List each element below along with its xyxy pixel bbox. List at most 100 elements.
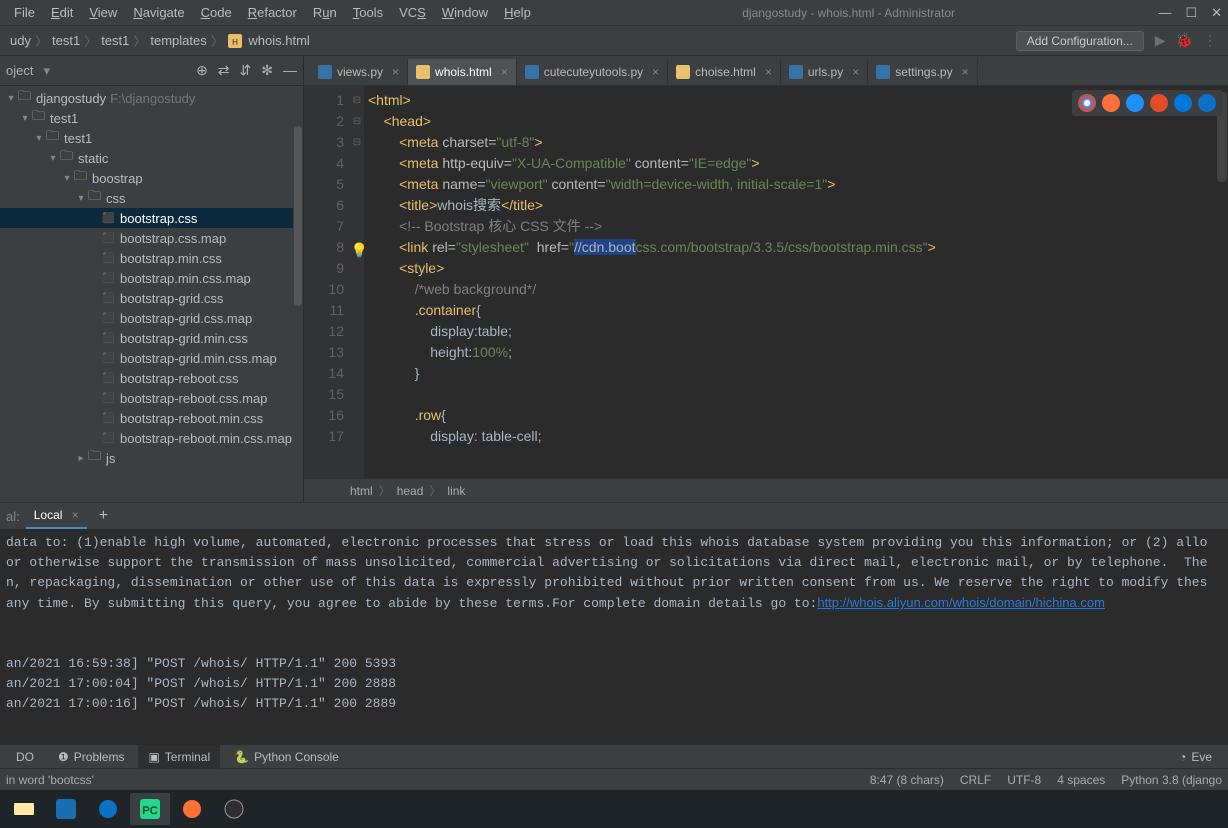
tree-item-bootstrap-reboot-css-map[interactable]: ⬛bootstrap-reboot.css.map bbox=[0, 388, 303, 408]
project-label[interactable]: oject bbox=[6, 63, 33, 78]
tree-item-test1[interactable]: ▾🗀test1 bbox=[0, 128, 303, 148]
menu-navigate[interactable]: Navigate bbox=[125, 0, 192, 26]
taskbar-explorer-icon[interactable] bbox=[4, 793, 44, 825]
tree-item-bootstrap-reboot-min-css-map[interactable]: ⬛bootstrap-reboot.min.css.map bbox=[0, 428, 303, 448]
expand-icon[interactable]: ⇄ bbox=[218, 62, 230, 79]
close-icon[interactable]: ✕ bbox=[1211, 5, 1222, 21]
edge-icon[interactable] bbox=[1198, 94, 1216, 112]
taskbar-pycharm-icon[interactable]: PC bbox=[130, 793, 170, 825]
crumb-root[interactable]: udy bbox=[6, 33, 35, 48]
crumb-1[interactable]: test1 bbox=[48, 33, 84, 48]
crumb-3[interactable]: templates bbox=[146, 33, 210, 48]
fold-column[interactable]: ⊟⊟⊟ bbox=[350, 86, 364, 478]
bc-html[interactable]: html bbox=[350, 484, 373, 498]
terminal-output[interactable]: data to: (1)enable high volume, automate… bbox=[0, 529, 1228, 744]
ie-icon[interactable] bbox=[1174, 94, 1192, 112]
taskbar-edge-icon[interactable] bbox=[88, 793, 128, 825]
bc-head[interactable]: head bbox=[397, 484, 424, 498]
add-configuration-button[interactable]: Add Configuration... bbox=[1016, 31, 1144, 51]
run-icon[interactable]: ▶ bbox=[1155, 32, 1166, 49]
terminal-add-tab[interactable]: + bbox=[93, 507, 114, 525]
settings-icon[interactable]: ✻ bbox=[261, 62, 273, 79]
menu-tools[interactable]: Tools bbox=[345, 0, 391, 26]
menu-window[interactable]: Window bbox=[434, 0, 496, 26]
menu-vcs[interactable]: VCS bbox=[391, 0, 434, 26]
intention-bulb-icon[interactable]: 💡 bbox=[351, 240, 368, 261]
file-encoding[interactable]: UTF-8 bbox=[1007, 773, 1041, 787]
editor-tab-cutecuteyutools-py[interactable]: cutecuteyutools.py× bbox=[517, 59, 668, 85]
taskbar-obs-icon[interactable] bbox=[214, 793, 254, 825]
crumb-file[interactable]: H whois.html bbox=[224, 33, 314, 49]
close-icon[interactable]: × bbox=[652, 65, 659, 79]
problems-tool-button[interactable]: ❶Problems bbox=[48, 745, 134, 769]
tree-item-bootstrap-grid-min-css[interactable]: ⬛bootstrap-grid.min.css bbox=[0, 328, 303, 348]
editor-tab-views-py[interactable]: views.py× bbox=[310, 59, 408, 85]
menu-edit[interactable]: Edit bbox=[43, 0, 81, 26]
opera-icon[interactable] bbox=[1150, 94, 1168, 112]
close-icon[interactable]: × bbox=[962, 65, 969, 79]
html-file-icon: H bbox=[228, 34, 242, 48]
todo-tool-button[interactable]: DO bbox=[6, 745, 44, 769]
editor-tab-whois-html[interactable]: whois.html× bbox=[408, 59, 517, 85]
taskbar-vbox-icon[interactable] bbox=[46, 793, 86, 825]
tree-item-bootstrap-grid-min-css-map[interactable]: ⬛bootstrap-grid.min.css.map bbox=[0, 348, 303, 368]
close-icon[interactable]: × bbox=[852, 65, 859, 79]
taskbar-firefox-icon[interactable] bbox=[172, 793, 212, 825]
editor-tab-settings-py[interactable]: settings.py× bbox=[868, 59, 977, 85]
tree-item-bootstrap-min-css-map[interactable]: ⬛bootstrap.min.css.map bbox=[0, 268, 303, 288]
cursor-position[interactable]: 8:47 (8 chars) bbox=[870, 773, 944, 787]
tree-item-js[interactable]: ▸🗀js bbox=[0, 448, 303, 468]
event-log-tool-button[interactable]: ◔Eve bbox=[1169, 745, 1222, 769]
bc-link[interactable]: link bbox=[447, 484, 465, 498]
collapse-icon[interactable]: ⇵ bbox=[240, 62, 252, 79]
menu-run[interactable]: Run bbox=[305, 0, 345, 26]
navigation-bar: udy 〉 test1 〉 test1 〉 templates 〉 H whoi… bbox=[0, 26, 1228, 56]
close-icon[interactable]: × bbox=[392, 65, 399, 79]
menu-file[interactable]: File bbox=[6, 0, 43, 26]
tree-item-boostrap[interactable]: ▾🗀boostrap bbox=[0, 168, 303, 188]
terminal-tool-button[interactable]: ▣Terminal bbox=[138, 745, 220, 769]
tree-item-djangostudy[interactable]: ▾🗀djangostudyF:\djangostudy bbox=[0, 88, 303, 108]
line-separator[interactable]: CRLF bbox=[960, 773, 991, 787]
editor-tab-choise-html[interactable]: choise.html× bbox=[668, 59, 781, 85]
tree-item-bootstrap-reboot-css[interactable]: ⬛bootstrap-reboot.css bbox=[0, 368, 303, 388]
tree-item-bootstrap-min-css[interactable]: ⬛bootstrap.min.css bbox=[0, 248, 303, 268]
tree-item-bootstrap-css[interactable]: ⬛bootstrap.css bbox=[0, 208, 303, 228]
maximize-icon[interactable]: ☐ bbox=[1185, 5, 1197, 21]
locate-icon[interactable]: ⊕ bbox=[196, 62, 208, 79]
close-icon[interactable]: × bbox=[501, 65, 508, 79]
menu-view[interactable]: View bbox=[81, 0, 125, 26]
close-icon[interactable]: × bbox=[765, 65, 772, 79]
more-icon[interactable]: ⋮ bbox=[1203, 32, 1217, 49]
tree-item-bootstrap-css-map[interactable]: ⬛bootstrap.css.map bbox=[0, 228, 303, 248]
tree-item-bootstrap-reboot-min-css[interactable]: ⬛bootstrap-reboot.min.css bbox=[0, 408, 303, 428]
main-split: oject ▾ ⊕ ⇄ ⇵ ✻ — ▾🗀djangostudyF:\django… bbox=[0, 56, 1228, 502]
editor-scrollbar[interactable] bbox=[1216, 86, 1228, 478]
code-editor[interactable]: 💡 1234567891011121314151617 ⊟⊟⊟ <html> <… bbox=[304, 86, 1228, 478]
window-title: djangostudy - whois.html - Administrator bbox=[539, 6, 1159, 20]
tree-item-css[interactable]: ▾🗀css bbox=[0, 188, 303, 208]
safari-icon[interactable] bbox=[1126, 94, 1144, 112]
hide-icon[interactable]: — bbox=[283, 62, 297, 79]
code-content[interactable]: <html> <head> <meta charset="utf-8"> <me… bbox=[364, 86, 1228, 478]
editor-tab-urls-py[interactable]: urls.py× bbox=[781, 59, 868, 85]
chrome-icon[interactable] bbox=[1078, 94, 1096, 112]
interpreter[interactable]: Python 3.8 (django bbox=[1121, 773, 1222, 787]
tree-item-bootstrap-grid-css[interactable]: ⬛bootstrap-grid.css bbox=[0, 288, 303, 308]
debug-icon[interactable]: 🐞 bbox=[1176, 32, 1193, 49]
project-tree[interactable]: ▾🗀djangostudyF:\djangostudy▾🗀test1▾🗀test… bbox=[0, 86, 303, 502]
terminal-tab-local[interactable]: Local × bbox=[26, 503, 87, 529]
menu-refactor[interactable]: Refactor bbox=[240, 0, 305, 26]
python-console-tool-button[interactable]: 🐍Python Console bbox=[224, 745, 349, 769]
menu-code[interactable]: Code bbox=[193, 0, 240, 26]
menu-help[interactable]: Help bbox=[496, 0, 539, 26]
project-scrollbar[interactable] bbox=[293, 86, 303, 502]
tree-item-bootstrap-grid-css-map[interactable]: ⬛bootstrap-grid.css.map bbox=[0, 308, 303, 328]
tree-item-static[interactable]: ▾🗀static bbox=[0, 148, 303, 168]
close-icon[interactable]: × bbox=[72, 508, 79, 522]
tree-item-test1[interactable]: ▾🗀test1 bbox=[0, 108, 303, 128]
firefox-icon[interactable] bbox=[1102, 94, 1120, 112]
indent-setting[interactable]: 4 spaces bbox=[1057, 773, 1105, 787]
crumb-2[interactable]: test1 bbox=[97, 33, 133, 48]
minimize-icon[interactable]: — bbox=[1158, 5, 1171, 21]
